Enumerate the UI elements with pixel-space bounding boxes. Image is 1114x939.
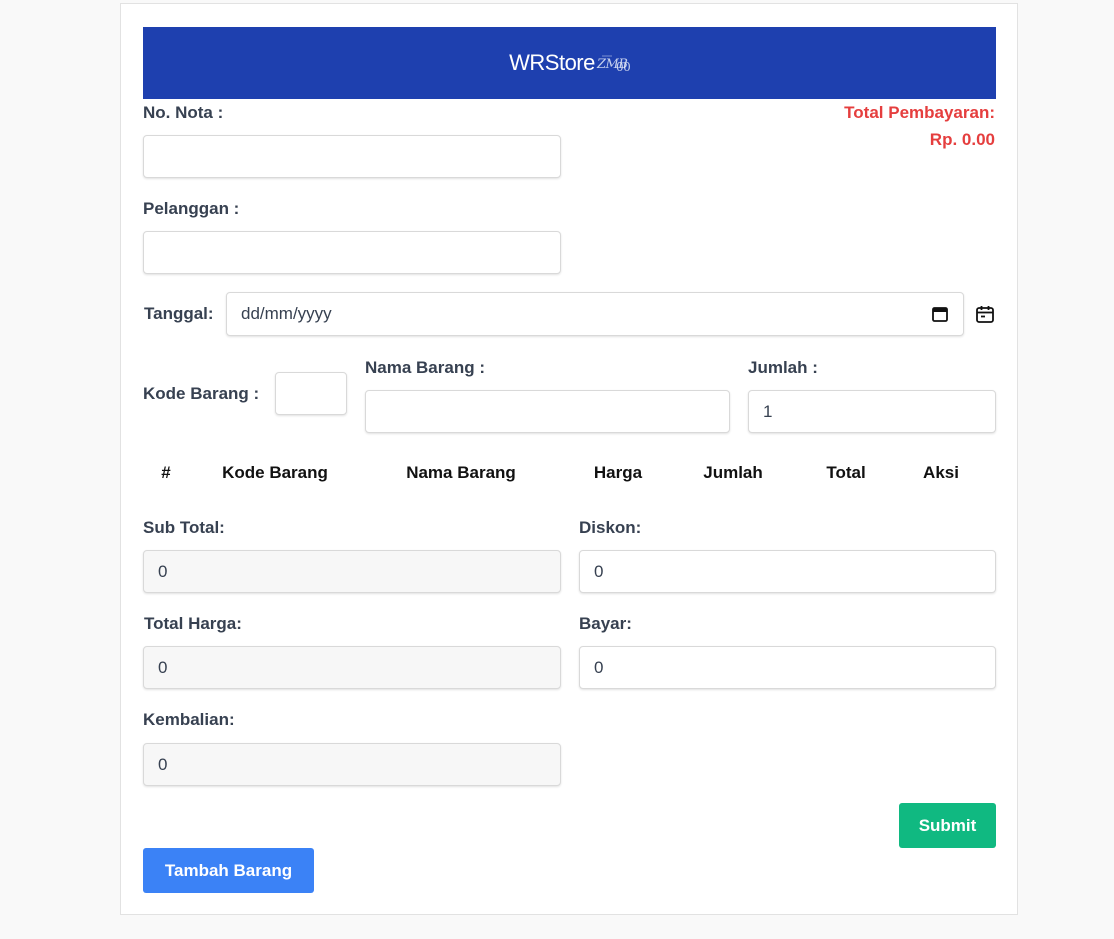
kembalian-field: 0 [143,743,561,786]
column-header-kode-barang: Kode Barang [222,463,328,482]
tanggal-label: Tanggal: [144,304,214,323]
calendar-icon[interactable] [975,304,995,324]
kembalian-label: Kembalian: [143,710,235,729]
kode-barang-input[interactable] [275,372,347,415]
total-pembayaran-value: Rp. 0.00 [929,130,995,149]
jumlah-input[interactable]: 1 [748,390,996,433]
nama-barang-input[interactable] [365,390,730,433]
total-pembayaran-label: Total Pembayaran: [844,103,995,122]
column-header-aksi: Aksi [923,463,959,482]
calendar-icon[interactable] [931,305,949,323]
store-logo-icon: ZMB 00 [596,51,631,75]
column-header-jumlah: Jumlah [703,463,763,482]
bayar-label: Bayar: [579,614,632,633]
kode-barang-label: Kode Barang : [143,384,260,403]
bayar-input[interactable]: 0 [579,646,996,689]
tambah-barang-button[interactable]: Tambah Barang [143,848,314,893]
sub-total-label: Sub Total: [143,518,225,537]
store-header: WRStore ZMB 00 [143,27,996,99]
tanggal-input[interactable]: dd/mm/yyyy [226,292,964,336]
column-header-total: Total [826,463,866,482]
column-header-nama-barang: Nama Barang [406,463,516,482]
pelanggan-input[interactable] [143,231,561,274]
diskon-input[interactable]: 0 [579,550,996,593]
no-nota-input[interactable] [143,135,561,178]
column-header-harga: Harga [593,463,643,482]
store-brand: WRStore ZMB 00 [509,50,631,76]
jumlah-label: Jumlah : [748,358,818,377]
store-name: WRStore [509,50,595,75]
submit-button[interactable]: Submit [899,803,996,848]
column-header-number: # [161,463,171,482]
diskon-label: Diskon: [579,518,642,537]
svg-text:00: 00 [616,60,630,74]
nama-barang-label: Nama Barang : [365,358,485,377]
tanggal-placeholder: dd/mm/yyyy [241,304,332,323]
no-nota-label: No. Nota : [143,103,224,122]
sub-total-field: 0 [143,550,561,593]
total-harga-field: 0 [143,646,561,689]
transaction-card: WRStore ZMB 00 Total Pembayaran: Rp. 0.0… [120,3,1018,915]
total-harga-label: Total Harga: [144,614,242,633]
pelanggan-label: Pelanggan : [143,199,240,218]
